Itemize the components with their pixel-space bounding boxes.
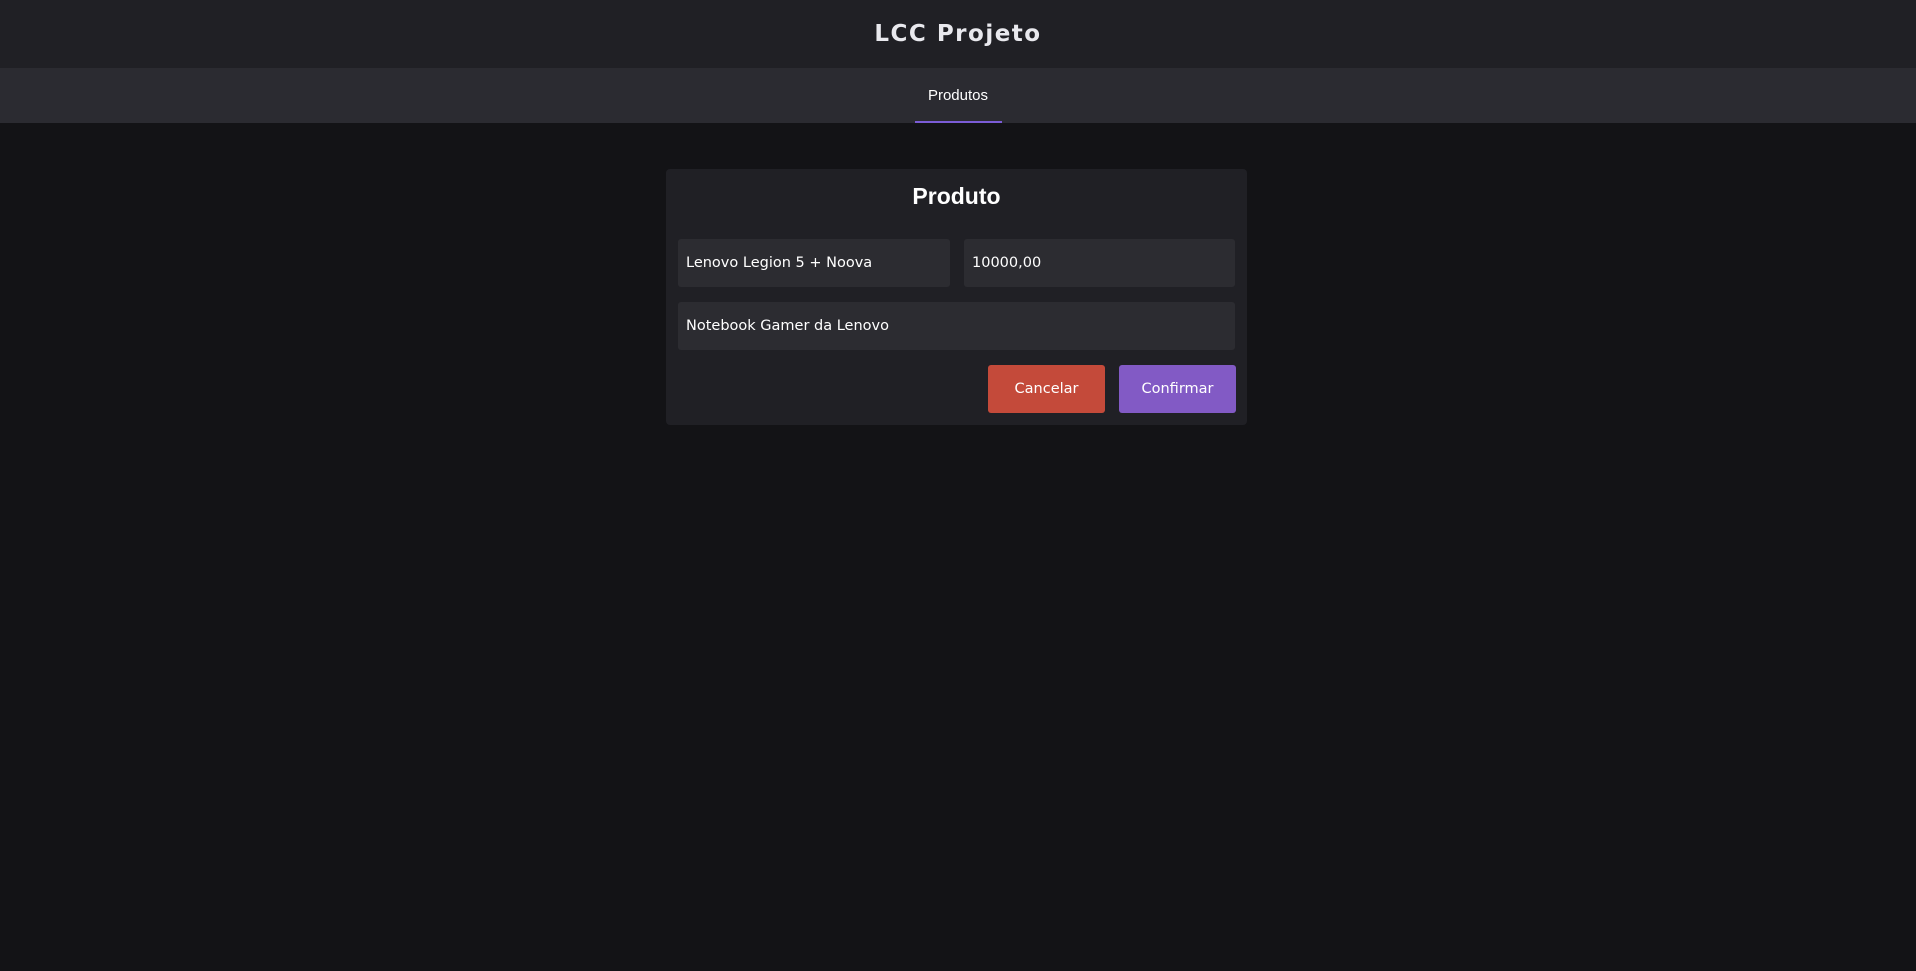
product-price-input[interactable]: 10000,00 xyxy=(964,239,1235,287)
product-form-card: Produto Lenovo Legion 5 + Noova 10000,00… xyxy=(666,169,1247,425)
form-title: Produto xyxy=(912,183,1001,209)
confirm-button[interactable]: Confirmar xyxy=(1119,365,1236,413)
nav-bar: Produtos xyxy=(0,68,1916,123)
product-description-input[interactable]: Notebook Gamer da Lenovo xyxy=(678,302,1235,350)
app-title: LCC Projeto xyxy=(874,21,1042,47)
app-header: LCC Projeto xyxy=(0,0,1916,68)
product-name-input[interactable]: Lenovo Legion 5 + Noova xyxy=(678,239,950,287)
tab-produtos[interactable]: Produtos xyxy=(914,68,1002,123)
cancel-button[interactable]: Cancelar xyxy=(988,365,1105,413)
